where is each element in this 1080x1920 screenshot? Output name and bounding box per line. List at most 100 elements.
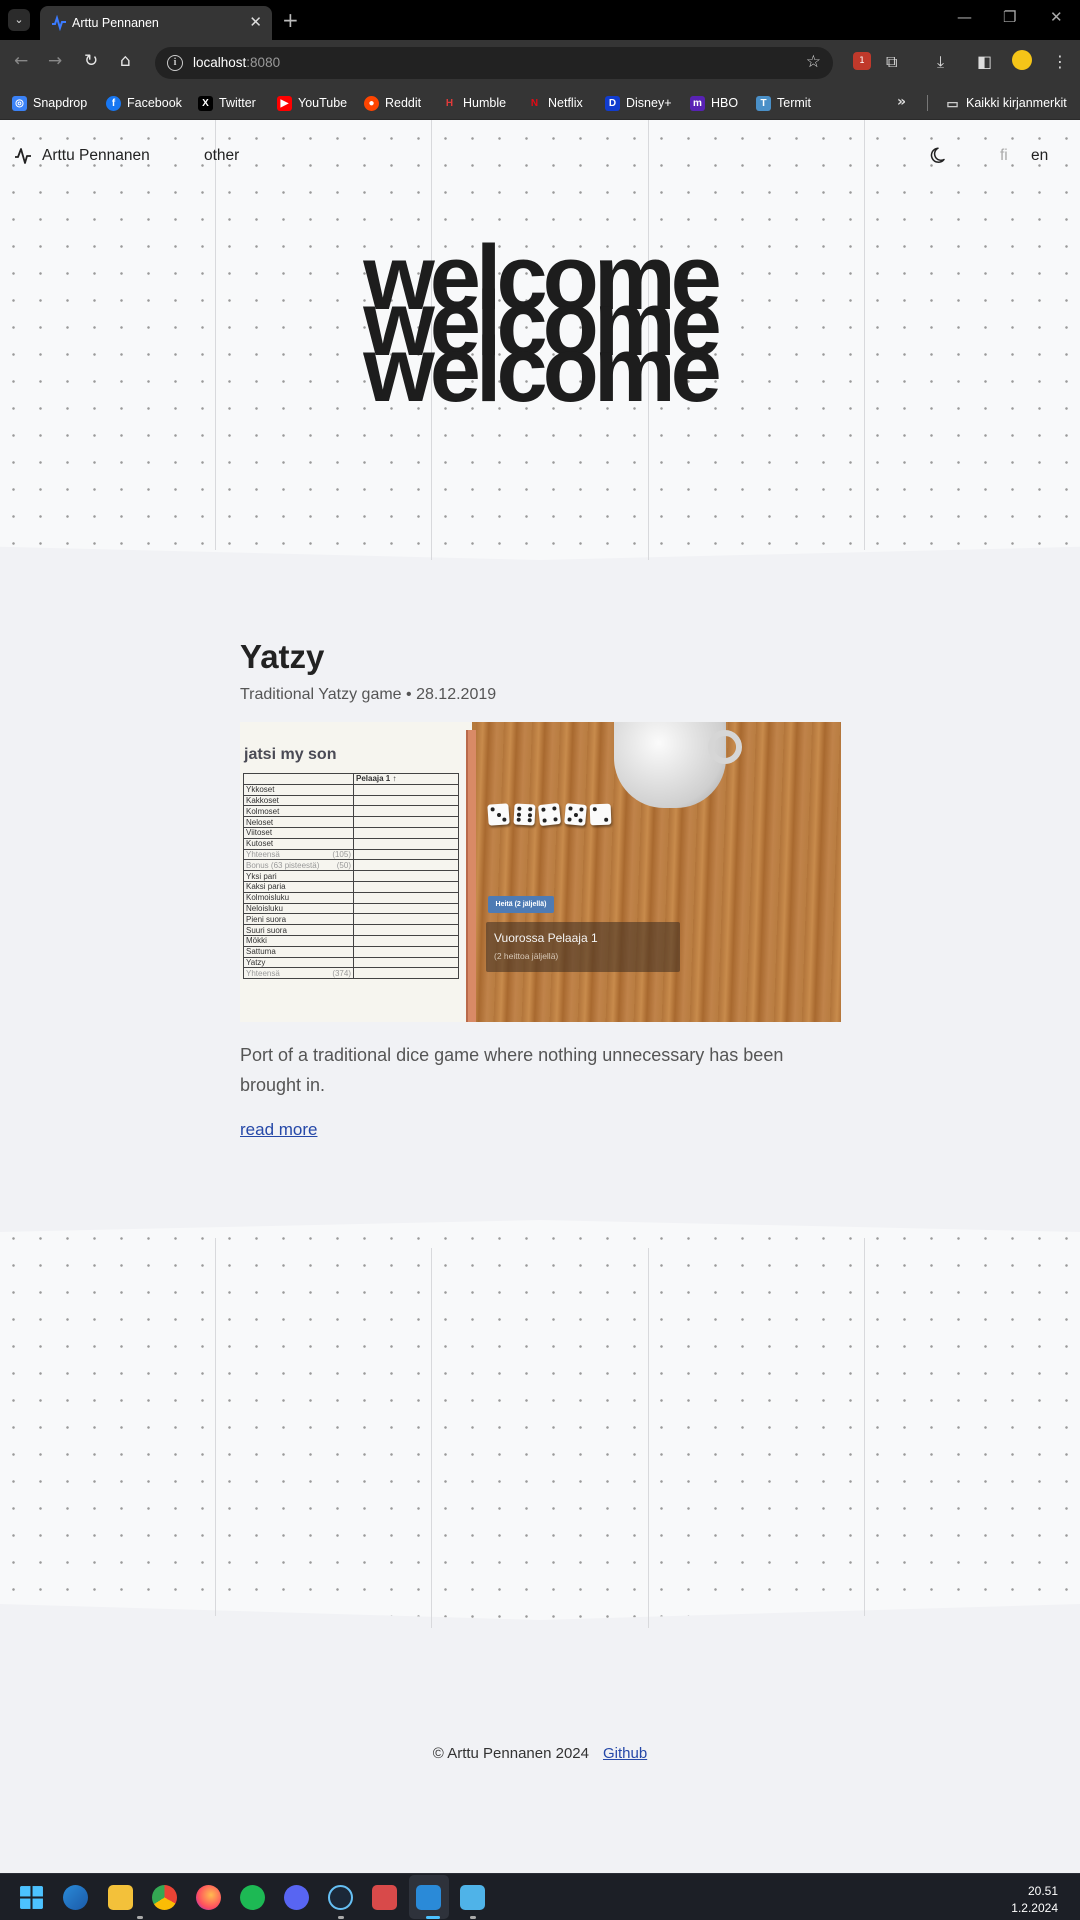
die-pip (490, 807, 495, 812)
die-face-5 (563, 803, 587, 826)
bookmark-termit[interactable]: T Termit (756, 94, 811, 112)
score-cell (353, 956, 459, 969)
taskbar-app-icon[interactable] (63, 1885, 88, 1910)
die-pip (516, 817, 521, 822)
all-bookmarks-folder[interactable]: ▭ Kaikki kirjanmerkit (945, 94, 1066, 112)
vscode-icon[interactable] (416, 1885, 441, 1910)
tab-search-dropdown-icon[interactable]: ⌄ (8, 9, 30, 31)
bookmark-snapdrop[interactable]: ◎ Snapdrop (12, 94, 87, 112)
language-fi-link[interactable]: fi (1000, 147, 1008, 165)
site-footer: © Arttu Pennanen 2024 Github (0, 1745, 1080, 1762)
player-header: Pelaaja 1 ↑ (353, 773, 459, 785)
score-cell (353, 880, 459, 893)
window-close-icon[interactable]: ✕ (1050, 8, 1063, 26)
browser-tab[interactable]: Arttu Pennanen ✕ (40, 6, 272, 40)
score-label-text: Viitoset (246, 828, 273, 838)
score-row-label: Kolmoisluku (243, 891, 354, 904)
grid-line (215, 1238, 216, 1616)
hero-welcome-text: welcome (363, 319, 722, 421)
turn-throws-left: (2 heittoa jäljellä) (494, 951, 559, 961)
score-row: Kutoset (243, 837, 459, 850)
forward-icon[interactable]: → (48, 51, 62, 71)
bookmark-star-icon[interactable]: ☆ (806, 52, 821, 72)
bookmarks-bar: ◎ Snapdrop f Facebook X Twitter ▶ YouTube ● R… (0, 86, 1080, 120)
bookmark-hbo[interactable]: m HBO (690, 94, 738, 112)
grid-line (648, 1248, 649, 1628)
system-clock[interactable]: 20.51 1.2.2024 (1011, 1883, 1058, 1917)
firefox-icon[interactable] (196, 1885, 221, 1910)
side-panel-icon[interactable]: ◧ (977, 52, 992, 71)
score-label-text: Pieni suora (246, 914, 287, 924)
score-row: Suuri suora (243, 924, 459, 936)
language-en-link[interactable]: en (1031, 147, 1048, 165)
score-row: Kolmoisluku (243, 891, 459, 904)
score-row-label: Yatzy (243, 956, 354, 969)
read-more-link[interactable]: read more (240, 1120, 317, 1140)
score-row-label: Yksi pari (243, 870, 354, 882)
spotify-icon[interactable] (240, 1885, 265, 1910)
more-bookmarks-icon[interactable]: » (897, 94, 906, 110)
footer-copyright: © Arttu Pennanen 2024 (432, 1745, 589, 1762)
reload-icon[interactable]: ↻ (84, 51, 98, 71)
site-favicon-icon (52, 15, 66, 31)
score-cell (353, 913, 459, 926)
chrome-icon[interactable] (152, 1885, 177, 1910)
netflix-icon: N (530, 97, 539, 109)
score-cell (353, 805, 459, 818)
back-icon[interactable]: ← (14, 51, 28, 71)
discord-icon[interactable] (284, 1885, 309, 1910)
bookmark-netflix[interactable]: N Netflix (527, 94, 583, 112)
sheet-edge (466, 730, 476, 1022)
post-description: Port of a traditional dice game where no… (240, 1045, 784, 1095)
windows-start-icon[interactable] (19, 1885, 44, 1910)
score-cell (353, 870, 459, 882)
dice-cup-image (614, 722, 726, 808)
score-cell (353, 891, 459, 904)
score-max-value: (50) (336, 860, 351, 870)
minimize-icon[interactable]: — (957, 8, 972, 26)
site-brand[interactable]: Arttu Pennanen (42, 147, 150, 165)
score-row: Kolmoset (243, 805, 459, 818)
die-pip (578, 807, 584, 812)
score-label-text: Sattuma (246, 947, 276, 957)
score-row-label: Mökki (243, 934, 354, 947)
extensions-icon[interactable]: ⧉ (886, 52, 897, 72)
restore-icon[interactable]: ❐ (1003, 8, 1016, 26)
score-max-value: (374) (332, 968, 351, 978)
tab-close-icon[interactable]: ✕ (249, 13, 262, 31)
die-pip (572, 812, 578, 817)
die-pip (542, 818, 547, 823)
score-cell (353, 945, 459, 958)
score-label-text: Suuri suora (246, 925, 287, 935)
score-row-label: Ykkoset (243, 783, 354, 796)
bookmark-reddit[interactable]: ● Reddit (364, 94, 421, 112)
score-row: Bonus (63 pisteestä) (50) (243, 859, 459, 872)
bookmark-facebook[interactable]: f Facebook (106, 94, 182, 112)
bookmark-humble[interactable]: H Humble (442, 94, 506, 112)
address-bar[interactable]: i localhost:8080 ☆ (155, 47, 833, 79)
score-cell (353, 902, 459, 915)
dark-mode-toggle-icon[interactable] (930, 145, 950, 165)
post-meta: Traditional Yatzy game • 28.12.2019 (240, 686, 497, 703)
bookmark-disney[interactable]: D Disney+ (605, 94, 672, 112)
new-tab-icon[interactable]: + (282, 8, 299, 32)
nav-link-other[interactable]: other (204, 147, 239, 165)
profile-avatar[interactable] (1012, 50, 1032, 70)
notepad-icon[interactable] (460, 1885, 485, 1910)
score-label-text: Kolmoset (246, 806, 280, 816)
github-link[interactable]: Github (603, 1745, 647, 1762)
bookmark-youtube[interactable]: ▶ YouTube (277, 94, 347, 112)
bookmark-twitter[interactable]: X Twitter (198, 94, 256, 112)
score-row-label: Kaksi paria (243, 880, 354, 893)
extension-badge-icon[interactable]: 1 (853, 52, 871, 70)
steam-icon[interactable] (328, 1885, 353, 1910)
score-label-text: Yatzy (246, 957, 266, 967)
site-info-icon[interactable]: i (167, 55, 183, 71)
snipping-tool-icon[interactable] (372, 1885, 397, 1910)
download-icon[interactable]: ⤓ (937, 52, 944, 72)
pulse-logo-icon[interactable] (14, 147, 32, 165)
home-icon[interactable]: ⌂ (120, 51, 131, 71)
menu-kebab-icon[interactable]: ⋮ (1052, 52, 1068, 71)
file-explorer-icon[interactable] (108, 1885, 133, 1910)
site-nav: Arttu Pennanen other fi en (0, 120, 1080, 188)
